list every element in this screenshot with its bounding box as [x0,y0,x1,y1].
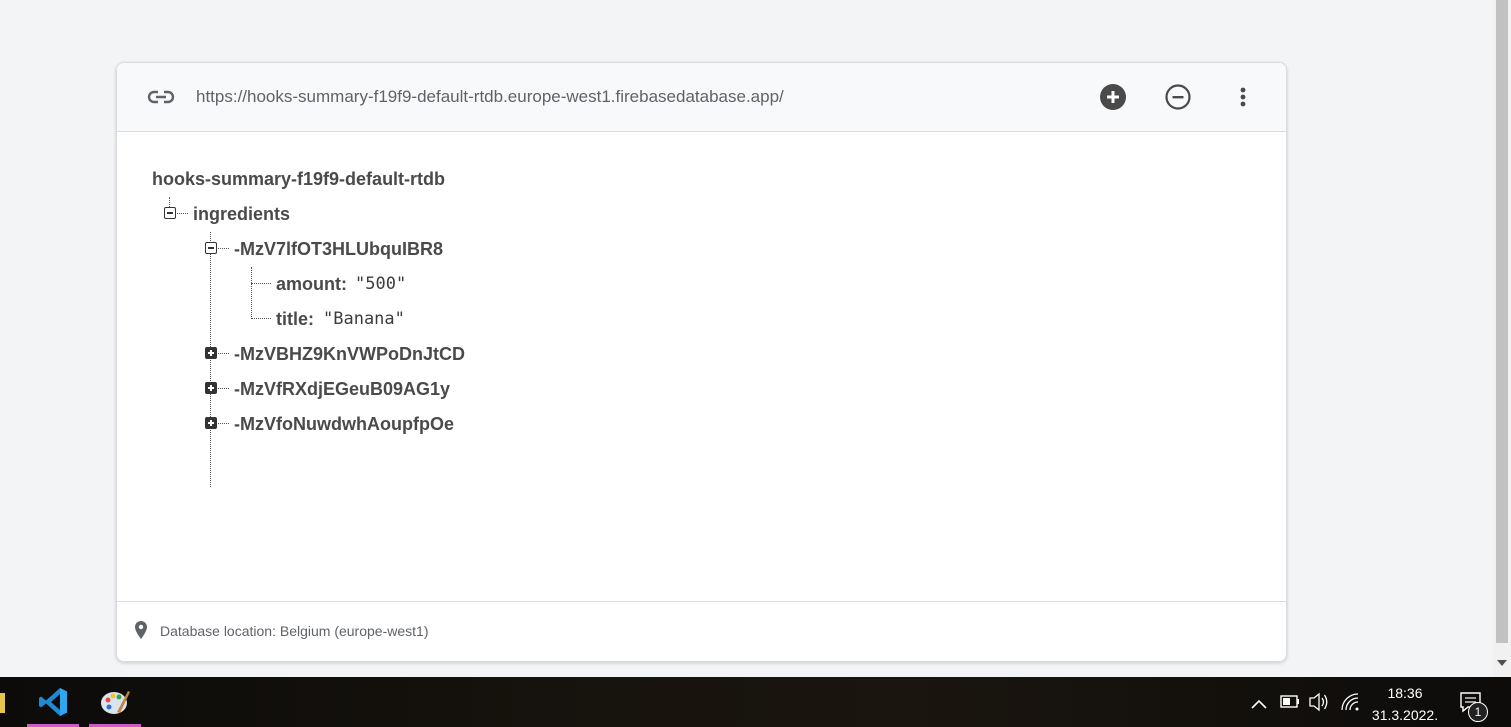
tree-node-item[interactable]: -MzVfRXdjEGeuB09AG1y [234,379,450,400]
system-clock[interactable]: 18:36 31.3.2022. [1365,682,1445,726]
taskbar: 18:36 31.3.2022. 1 [0,677,1511,727]
paint-icon [101,691,130,714]
show-hidden-icons-chevron-icon[interactable] [1250,677,1268,727]
tree-node-item[interactable]: -MzV7lfOT3HLUbquIBR8 [234,239,443,260]
link-icon [147,90,175,104]
data-tree: hooks-summary-f19f9-default-rtdb ingredi… [117,132,1286,600]
database-location-text: Database location: Belgium (europe-west1… [160,623,429,639]
field-key-amount[interactable]: amount: [276,274,347,295]
scroll-down-arrow-icon[interactable] [1497,660,1507,666]
clock-time: 18:36 [1387,685,1423,701]
wifi-icon[interactable] [1339,677,1361,727]
vscode-icon [39,688,67,716]
expand-toggle-icon[interactable] [205,382,217,394]
remove-circle-icon[interactable] [1164,83,1192,111]
clock-date: 31.3.2022. [1371,707,1439,723]
expand-toggle-icon[interactable] [205,347,217,359]
tree-connector [218,388,229,389]
location-pin-icon [135,621,147,639]
collapse-toggle-icon[interactable] [164,207,176,219]
tree-node-item[interactable]: -MzVfoNuwdwhAoupfpOe [234,414,454,435]
taskbar-app-paint[interactable] [89,677,141,727]
tree-connector [169,197,170,207]
expand-toggle-icon[interactable] [205,417,217,429]
field-value-amount[interactable]: "500" [355,274,406,294]
collapse-toggle-icon[interactable] [205,242,217,254]
tree-connector [210,232,211,487]
tree-connector [251,283,271,284]
page-scrollbar-thumb[interactable] [1496,0,1508,643]
tree-connector [251,267,252,319]
tree-root-label[interactable]: hooks-summary-f19f9-default-rtdb [152,169,445,190]
field-value-title[interactable]: "Banana" [323,309,405,329]
add-circle-icon[interactable] [1099,83,1127,111]
battery-icon[interactable] [1279,677,1301,727]
database-url[interactable]: https://hooks-summary-f19f9-default-rtdb… [196,87,784,107]
file-explorer-icon[interactable] [0,693,5,713]
tree-connector [177,213,188,214]
card-footer: Database location: Belgium (europe-west1… [117,601,1286,661]
notification-count-badge: 1 [1468,702,1488,722]
tree-connector [218,423,229,424]
tree-connector [218,248,229,249]
more-vert-icon[interactable] [1229,83,1257,111]
tree-connector [218,353,229,354]
tree-node-item[interactable]: -MzVBHZ9KnVWPoDnJtCD [234,344,465,365]
card-header: https://hooks-summary-f19f9-default-rtdb… [117,63,1286,132]
taskbar-app-vscode[interactable] [27,677,79,727]
database-card: https://hooks-summary-f19f9-default-rtdb… [116,62,1287,662]
tree-connector [251,318,271,319]
field-key-title[interactable]: title: [276,309,314,330]
volume-icon[interactable] [1308,677,1330,727]
tree-node-ingredients[interactable]: ingredients [193,204,290,225]
